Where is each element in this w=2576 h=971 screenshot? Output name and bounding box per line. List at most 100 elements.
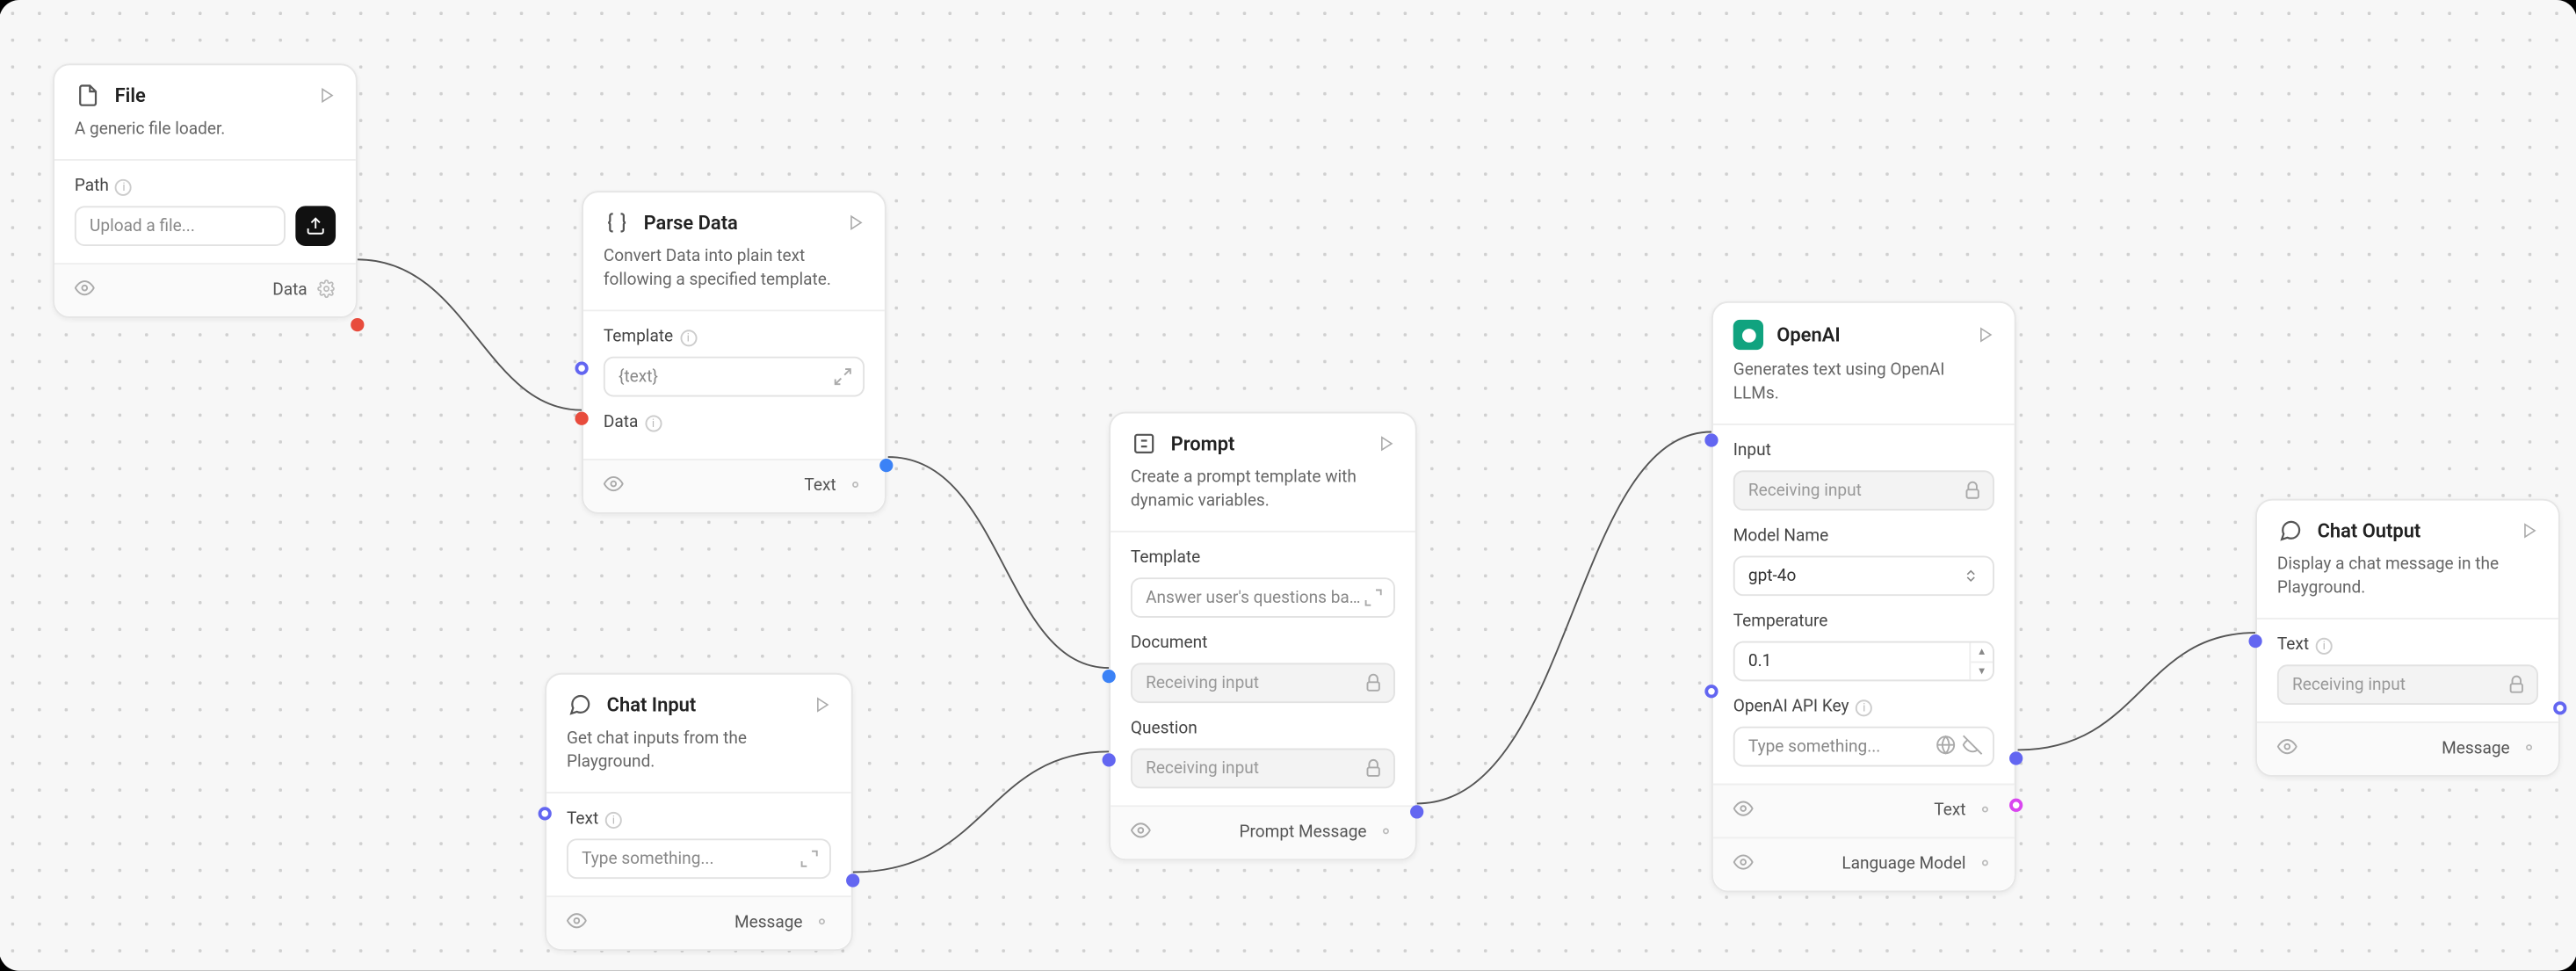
field-label-model: Model Name bbox=[1733, 527, 1994, 546]
upload-button[interactable] bbox=[295, 206, 336, 246]
prompt-icon bbox=[1131, 431, 1157, 457]
lock-icon bbox=[1364, 673, 1384, 693]
port-input-question[interactable] bbox=[1103, 753, 1116, 766]
port-input-prompt[interactable] bbox=[1704, 433, 1718, 446]
port-output-message[interactable] bbox=[846, 873, 859, 887]
field-label-data: Datai bbox=[604, 414, 865, 432]
output-text-label: Text bbox=[1934, 801, 1965, 820]
prompt-question-input: Receiving input bbox=[1131, 749, 1395, 789]
port-output-data[interactable] bbox=[351, 318, 364, 331]
port-input-template[interactable] bbox=[575, 361, 588, 374]
chat-icon bbox=[2277, 518, 2304, 544]
prompt-template-input[interactable]: Answer user's questions based on... bbox=[1131, 577, 1395, 618]
openai-icon bbox=[1733, 320, 1763, 350]
field-label-path: Pathi bbox=[75, 178, 336, 196]
node-title: Chat Input bbox=[607, 693, 801, 717]
port-input-text[interactable] bbox=[2248, 634, 2261, 648]
field-label-input: Input bbox=[1733, 442, 1994, 460]
field-label-document: Document bbox=[1131, 634, 1395, 653]
port-output-prompt-message[interactable] bbox=[1410, 805, 1423, 818]
eye-icon[interactable] bbox=[2277, 736, 2297, 762]
port-output-text[interactable] bbox=[2009, 751, 2022, 764]
gear-icon[interactable] bbox=[1377, 821, 1395, 844]
play-icon[interactable] bbox=[1378, 435, 1395, 452]
eye-icon[interactable] bbox=[1733, 852, 1754, 878]
chat-icon bbox=[567, 692, 593, 718]
output-lm-label: Language Model bbox=[1842, 855, 1965, 873]
play-icon[interactable] bbox=[2522, 522, 2538, 539]
node-file[interactable]: File A generic file loader. Pathi Upload… bbox=[53, 63, 358, 318]
lock-icon bbox=[1364, 758, 1384, 779]
file-icon bbox=[75, 82, 101, 108]
field-label-template: Template bbox=[1131, 549, 1395, 568]
play-icon[interactable] bbox=[814, 696, 831, 713]
field-label-temperature: Temperature bbox=[1733, 612, 1994, 631]
port-input-data[interactable] bbox=[575, 412, 588, 425]
node-desc: Generates text using OpenAI LLMs. bbox=[1713, 360, 2015, 424]
step-down[interactable]: ▾ bbox=[1971, 662, 1993, 679]
template-input[interactable]: {text} bbox=[604, 357, 865, 397]
globe-icon[interactable] bbox=[1936, 734, 1956, 759]
node-desc: Create a prompt template with dynamic va… bbox=[1111, 467, 1415, 530]
gear-icon[interactable] bbox=[846, 475, 865, 498]
node-title: Prompt bbox=[1171, 431, 1365, 455]
field-label-template: Templatei bbox=[604, 328, 865, 346]
output-label: Message bbox=[2442, 740, 2510, 758]
temperature-input[interactable]: 0.1 ▴▾ bbox=[1733, 641, 1994, 682]
port-output-message[interactable] bbox=[2553, 701, 2566, 714]
chat-output-text-input: Receiving input bbox=[2277, 664, 2538, 705]
play-icon[interactable] bbox=[1978, 326, 1994, 343]
eye-icon[interactable] bbox=[75, 278, 95, 303]
eye-icon[interactable] bbox=[567, 910, 587, 936]
output-label: Message bbox=[734, 914, 803, 932]
port-output-text[interactable] bbox=[879, 459, 893, 472]
lock-icon bbox=[1963, 481, 1983, 501]
output-label: Data bbox=[272, 281, 307, 300]
port-input-text[interactable] bbox=[539, 807, 552, 820]
gear-icon[interactable] bbox=[317, 279, 336, 302]
node-prompt[interactable]: Prompt Create a prompt template with dyn… bbox=[1109, 412, 1417, 861]
node-chat-input[interactable]: Chat Input Get chat inputs from the Play… bbox=[545, 673, 853, 951]
openai-input: Receiving input bbox=[1733, 470, 1994, 511]
node-parse-data[interactable]: Parse Data Convert Data into plain text … bbox=[582, 191, 886, 514]
node-title: File bbox=[115, 83, 306, 107]
node-openai[interactable]: OpenAI Generates text using OpenAI LLMs.… bbox=[1711, 301, 2016, 892]
node-title: OpenAI bbox=[1776, 323, 1964, 347]
gear-icon[interactable] bbox=[813, 911, 831, 935]
gear-icon[interactable] bbox=[2520, 737, 2538, 761]
step-up[interactable]: ▴ bbox=[1971, 643, 1993, 663]
gear-icon[interactable] bbox=[1976, 853, 1994, 877]
node-desc: A generic file loader. bbox=[54, 119, 356, 159]
port-input-document[interactable] bbox=[1103, 670, 1116, 683]
play-icon[interactable] bbox=[319, 87, 336, 104]
play-icon[interactable] bbox=[848, 214, 865, 231]
node-desc: Display a chat message in the Playground… bbox=[2257, 554, 2558, 618]
lock-icon bbox=[2507, 675, 2527, 695]
braces-icon bbox=[604, 209, 630, 236]
field-label-text: Texti bbox=[567, 810, 831, 829]
output-label: Text bbox=[804, 477, 836, 496]
file-path-input[interactable]: Upload a file... bbox=[75, 206, 286, 246]
expand-icon[interactable] bbox=[1364, 588, 1384, 608]
node-title: Chat Output bbox=[2318, 519, 2508, 543]
port-input-apikey[interactable] bbox=[1704, 685, 1718, 698]
eye-icon[interactable] bbox=[1733, 799, 1754, 824]
node-title: Parse Data bbox=[644, 211, 835, 235]
eye-off-icon[interactable] bbox=[1963, 734, 1983, 759]
eye-icon[interactable] bbox=[1131, 820, 1151, 845]
expand-icon[interactable] bbox=[800, 849, 820, 869]
field-label-apikey: OpenAI API Keyi bbox=[1733, 698, 1994, 716]
node-desc: Convert Data into plain text following a… bbox=[583, 246, 885, 309]
field-label-question: Question bbox=[1131, 720, 1395, 738]
port-output-lm[interactable] bbox=[2009, 799, 2022, 812]
flow-canvas[interactable]: File A generic file loader. Pathi Upload… bbox=[0, 0, 2576, 971]
gear-icon[interactable] bbox=[1976, 800, 1994, 823]
node-chat-output[interactable]: Chat Output Display a chat message in th… bbox=[2255, 499, 2560, 777]
prompt-document-input: Receiving input bbox=[1131, 663, 1395, 703]
eye-icon[interactable] bbox=[604, 474, 624, 499]
model-select[interactable]: gpt-4o bbox=[1733, 555, 1994, 596]
chat-text-input[interactable]: Type something... bbox=[567, 838, 831, 879]
expand-icon[interactable] bbox=[833, 366, 853, 387]
output-label: Prompt Message bbox=[1239, 823, 1366, 842]
apikey-input[interactable]: Type something... bbox=[1733, 727, 1994, 767]
